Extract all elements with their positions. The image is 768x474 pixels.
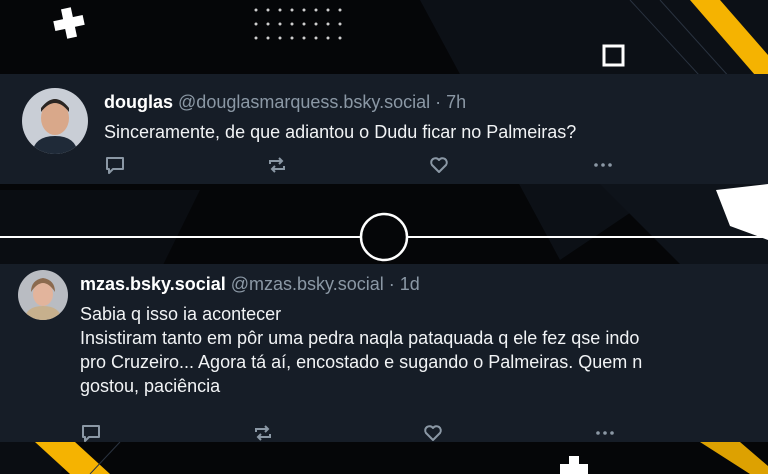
reply-button[interactable]	[104, 154, 126, 176]
separator: ·	[383, 274, 400, 294]
post-header: mzas.bsky.social @mzas.bsky.social · 1d	[80, 274, 420, 295]
more-icon	[594, 163, 612, 167]
repost-button[interactable]	[252, 422, 274, 444]
timestamp[interactable]: 1d	[400, 274, 420, 294]
post-text-line: gostou, paciência	[80, 376, 221, 396]
more-button[interactable]	[594, 422, 616, 444]
display-name[interactable]: douglas	[104, 92, 173, 112]
like-icon	[424, 425, 442, 441]
plus-icon	[53, 7, 85, 39]
timestamp[interactable]: 7h	[446, 92, 466, 112]
post-text-line: Insistiram tanto em pôr uma pedra naqla …	[80, 328, 640, 348]
repost-icon	[255, 425, 271, 441]
post-text-line: pro Cruzeiro... Agora tá aí, encostado e…	[80, 352, 643, 372]
like-button[interactable]	[422, 422, 444, 444]
avatar[interactable]	[22, 88, 88, 154]
post-card[interactable]: douglas @douglasmarquess.bsky.social · 7…	[0, 74, 768, 184]
circle-icon	[359, 212, 409, 262]
repost-icon	[269, 157, 285, 173]
display-name[interactable]: mzas.bsky.social	[80, 274, 226, 294]
like-button[interactable]	[428, 154, 450, 176]
handle[interactable]: @mzas.bsky.social	[231, 274, 384, 294]
reply-icon	[82, 425, 100, 442]
post-text-line: Sabia q isso ia acontecer	[80, 304, 282, 324]
more-button[interactable]	[592, 154, 614, 176]
more-icon	[596, 431, 614, 435]
handle[interactable]: @douglasmarquess.bsky.social	[178, 92, 430, 112]
post-text: Sabia q isso ia acontecer Insistiram tan…	[80, 302, 760, 398]
post-text: Sinceramente, de que adiantou o Dudu fic…	[104, 120, 576, 144]
plus-icon	[560, 456, 588, 474]
reply-button[interactable]	[80, 422, 102, 444]
repost-button[interactable]	[266, 154, 288, 176]
post-card[interactable]: mzas.bsky.social @mzas.bsky.social · 1d …	[0, 264, 768, 442]
post-text-line: Sinceramente, de que adiantou o Dudu fic…	[104, 122, 577, 142]
separator: ·	[430, 92, 447, 112]
avatar[interactable]	[18, 270, 68, 320]
like-icon	[430, 157, 448, 173]
reply-icon	[106, 157, 124, 174]
post-header: douglas @douglasmarquess.bsky.social · 7…	[104, 92, 466, 113]
